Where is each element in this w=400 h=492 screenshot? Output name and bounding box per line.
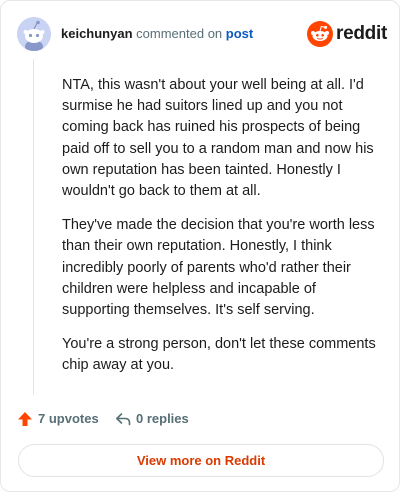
comment-header: keichunyan commented on post reddit	[17, 17, 387, 51]
comment-paragraph: You're a strong person, don't let these …	[62, 336, 376, 374]
comment-actions: 7 upvotes 0 replies	[17, 409, 383, 429]
reddit-logo-icon	[307, 21, 333, 47]
comment-embed-card: keichunyan commented on post reddit NTA,…	[0, 0, 400, 492]
comment-paragraph: They've made the decision that you're wo…	[62, 217, 375, 319]
view-more-on-reddit-button[interactable]: View more on Reddit	[18, 444, 384, 477]
action-text: commented on	[136, 26, 223, 41]
upvote-count: 7 upvotes	[38, 411, 99, 426]
reply-count: 0 replies	[136, 411, 189, 426]
comment-body: NTA, this wasn't about your well being a…	[62, 75, 378, 390]
reply-arrow-icon	[116, 413, 131, 426]
thread-line	[33, 59, 34, 395]
username-link[interactable]: keichunyan	[61, 26, 133, 41]
comment-paragraph: NTA, this wasn't about your well being a…	[62, 77, 374, 200]
reddit-wordmark: reddit	[336, 23, 387, 44]
post-link[interactable]: post	[226, 26, 253, 41]
avatar[interactable]	[17, 17, 51, 51]
comment-meta: keichunyan commented on post	[61, 26, 253, 42]
snoo-avatar-icon	[17, 17, 51, 51]
reddit-brand-link[interactable]: reddit	[307, 21, 387, 47]
upvote-arrow-icon	[18, 412, 32, 426]
